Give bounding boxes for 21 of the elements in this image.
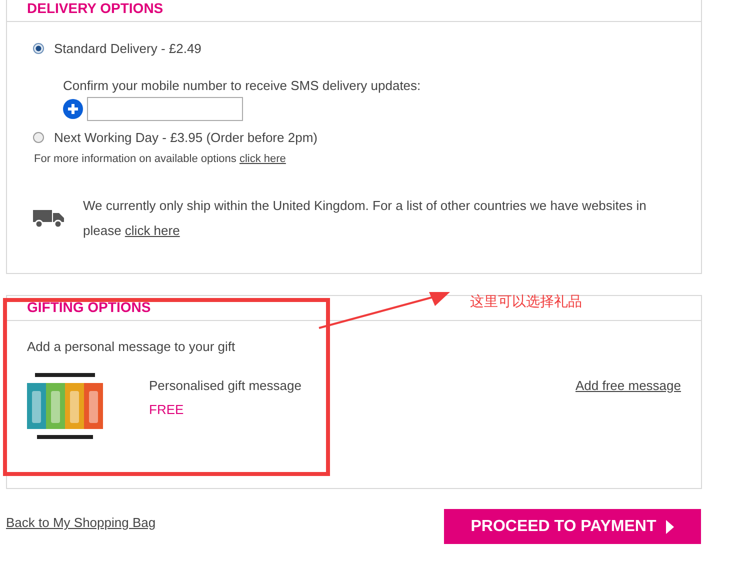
add-message-link[interactable]: Add free message <box>575 378 681 393</box>
radio-button[interactable] <box>33 132 44 142</box>
click-here-link[interactable]: click here <box>124 223 180 238</box>
truck-icon <box>33 207 65 229</box>
click-here-link[interactable]: click here <box>239 153 286 165</box>
chevron-right-icon <box>666 520 674 534</box>
gift-price: FREE <box>149 402 185 417</box>
proceed-button[interactable]: PROCEED TO PAYMENT <box>444 509 701 544</box>
phone-field[interactable] <box>87 97 243 121</box>
sms-prompt: Confirm your mobile number to receive SMS delivery updates: <box>63 78 422 93</box>
shipping-note: We currently only ship within the United Kingdom. For a list of other countries we have websites in please click here <box>83 197 648 240</box>
radio-button[interactable] <box>33 42 44 54</box>
info-text: For more information on available options click here <box>34 153 287 165</box>
annotation-text: 这里可以选择礼品 <box>470 293 582 311</box>
option-label: Standard Delivery - £2.49 <box>54 40 202 56</box>
gift-intro: Add a personal message to your gift <box>27 339 236 354</box>
gift-name: Personalised gift message <box>149 378 302 393</box>
back-link[interactable]: Back to My Shopping Bag <box>6 515 156 530</box>
plus-icon <box>63 99 83 119</box>
section-title: DELIVERY OPTIONS <box>7 0 701 22</box>
option-label: Next Working Day - £3.95 (Order before 2pm) <box>54 130 318 144</box>
